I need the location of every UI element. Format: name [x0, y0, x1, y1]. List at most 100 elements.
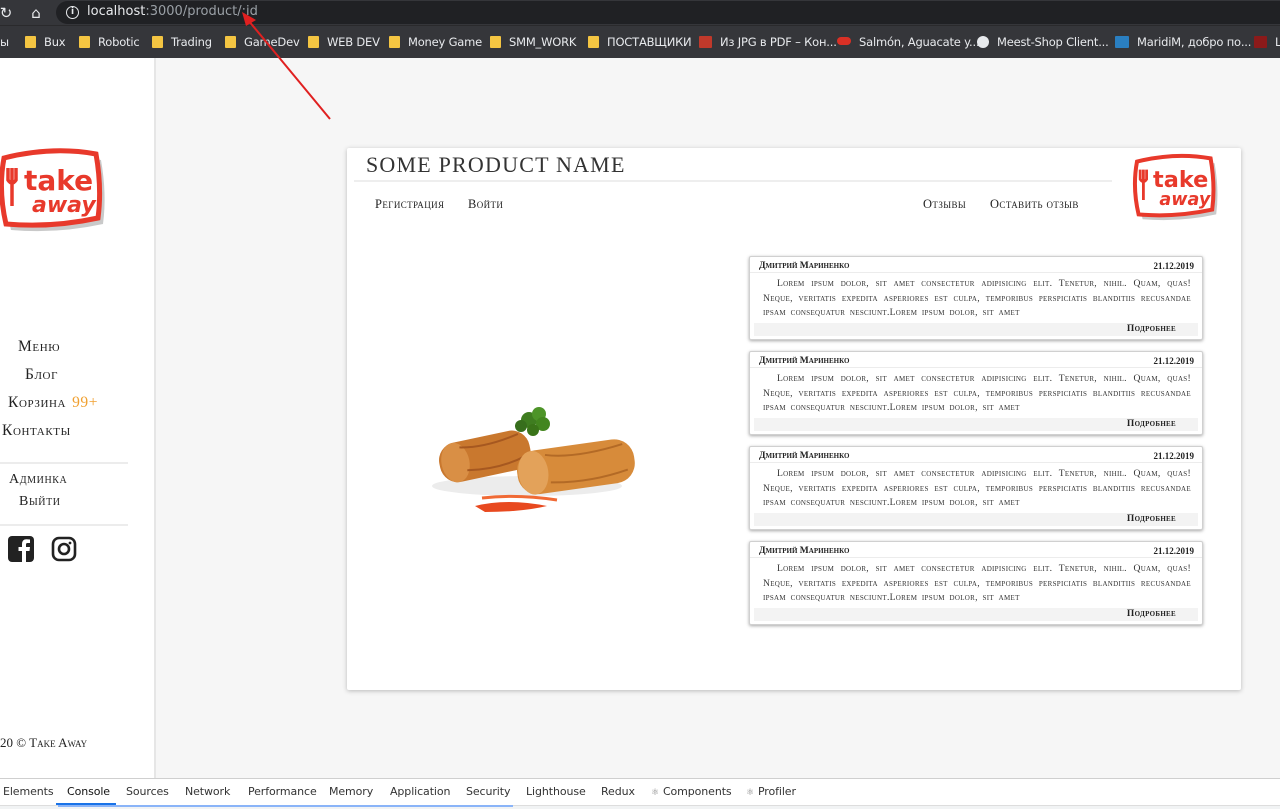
bookmark-folder[interactable]: ПОСТАВЩИКИ: [588, 35, 692, 51]
sidebar-item-admin[interactable]: Админка: [9, 472, 67, 488]
review-card: Дмитрий Мариненко 21.12.2019 Lorem ipsum…: [749, 446, 1203, 530]
react-icon: ⚛: [746, 788, 754, 798]
bookmark-label: ПОСТАВЩИКИ: [607, 35, 692, 49]
review-date: 21.12.2019: [1153, 261, 1195, 271]
bookmark-label: SMM_WORK: [509, 35, 577, 49]
devtools-tab-sources[interactable]: Sources: [126, 785, 169, 798]
take-away-logo[interactable]: take away: [0, 146, 114, 241]
browser-toolbar: ↻ ⌂ i localhost:3000/product/:id: [0, 0, 1280, 25]
bookmark-label: Из JPG в PDF – Кон...: [720, 35, 837, 49]
globe-icon: [977, 36, 989, 48]
instagram-icon[interactable]: [51, 536, 77, 562]
logo-text-bottom: away: [1159, 190, 1211, 210]
bookmark-item[interactable]: ы: [0, 35, 9, 51]
bookmark-item[interactable]: MaridiM, добро по...: [1115, 35, 1251, 51]
folder-icon: [152, 36, 163, 48]
bookmark-item[interactable]: Из JPG в PDF – Кон...: [699, 35, 837, 51]
bookmark-folder[interactable]: Money Game: [389, 35, 482, 51]
devtools-tab-performance[interactable]: Performance: [248, 785, 317, 798]
cart-count-badge: 99+: [72, 394, 99, 411]
take-away-logo[interactable]: take away: [1127, 152, 1227, 228]
register-link[interactable]: Регистрация: [375, 197, 444, 212]
react-icon: ⚛: [651, 788, 659, 798]
url-path: :3000/product/:id: [145, 4, 258, 19]
review-footer: Подробнее: [754, 513, 1198, 526]
bookmark-label: Salmón, Aguacate y...: [859, 35, 980, 49]
review-header: Дмитрий Мариненко 21.12.2019: [750, 257, 1202, 273]
facebook-icon[interactable]: [8, 536, 34, 562]
bookmark-label: L: [1275, 35, 1280, 49]
devtools-tab-lighthouse[interactable]: Lighthouse: [526, 785, 586, 798]
bookmark-label: Trading: [171, 35, 212, 49]
review-text: Lorem ipsum dolor, sit amet consectetur …: [763, 563, 1191, 604]
folder-icon: [490, 36, 501, 48]
copyright: 20 © Take Away: [0, 735, 88, 750]
bookmark-label: Meest-Shop Client...: [997, 35, 1109, 49]
bookmark-label: WEB DEV: [327, 35, 380, 49]
address-bar[interactable]: i localhost:3000/product/:id: [56, 1, 1280, 24]
review-date: 21.12.2019: [1153, 356, 1195, 366]
bookmark-folder[interactable]: Robotic: [79, 35, 140, 51]
product-image: [432, 407, 635, 512]
sidebar-divider: [0, 462, 128, 464]
leave-review-link[interactable]: Оставить отзыв: [990, 197, 1079, 212]
sidebar-item-logout[interactable]: Выйти: [19, 494, 61, 510]
review-date: 21.12.2019: [1153, 546, 1195, 556]
bookmarks-bar: ы Bux Robotic Trading GameDev WEB DEV Mo…: [0, 25, 1280, 58]
review-author: Дмитрий Мариненко: [759, 546, 850, 556]
reload-icon[interactable]: ↻: [0, 2, 17, 24]
link-icon: [837, 37, 851, 45]
bookmark-label: Money Game: [408, 35, 483, 49]
bookmark-item[interactable]: Salmón, Aguacate y...: [837, 35, 980, 51]
url-host: localhost: [87, 4, 146, 19]
bookmark-folder[interactable]: WEB DEV: [308, 35, 380, 51]
folder-icon: [225, 36, 236, 48]
devtools-tab-application[interactable]: Application: [390, 785, 450, 798]
sidebar: take away Меню Блог Корзина 99+ Контакты …: [0, 58, 156, 778]
yt-icon: [1254, 36, 1267, 48]
title-underline: [354, 180, 1112, 182]
review-footer: Подробнее: [754, 418, 1198, 431]
review-author: Дмитрий Мариненко: [759, 356, 850, 366]
review-author: Дмитрий Мариненко: [759, 261, 850, 271]
tab-label: Components: [662, 785, 732, 798]
bookmark-label: Bux: [44, 35, 66, 49]
devtools-tab-memory[interactable]: Memory: [329, 785, 373, 798]
bookmark-folder[interactable]: Bux: [25, 35, 66, 51]
devtools-tab-console[interactable]: Console: [67, 785, 110, 798]
review-date: 21.12.2019: [1153, 451, 1195, 461]
sidebar-item-cart[interactable]: Корзина 99+: [8, 394, 98, 412]
bookmark-label: MaridiM, добро по...: [1137, 35, 1252, 49]
sidebar-divider: [0, 524, 128, 526]
devtools-tab-elements[interactable]: Elements: [3, 785, 54, 798]
devtools-tab-components[interactable]: ⚛ Components: [651, 785, 732, 798]
sidebar-item-blog[interactable]: Блог: [25, 366, 58, 384]
sidebar-item-menu[interactable]: Меню: [18, 338, 60, 356]
bookmark-item[interactable]: Meest-Shop Client...: [977, 35, 1109, 51]
folder-icon: [25, 36, 36, 48]
devtools-tab-redux[interactable]: Redux: [601, 785, 635, 798]
folder-icon: [308, 36, 319, 48]
devtools-tab-network[interactable]: Network: [185, 785, 230, 798]
devtools-tab-profiler[interactable]: ⚛ Profiler: [746, 785, 796, 798]
folder-icon: [79, 36, 90, 48]
tab-label: Profiler: [757, 785, 796, 798]
jpg-pdf-icon: [699, 36, 712, 48]
review-more-button[interactable]: Подробнее: [1127, 609, 1176, 619]
review-more-button[interactable]: Подробнее: [1127, 324, 1176, 334]
review-more-button[interactable]: Подробнее: [1127, 514, 1176, 524]
bookmark-folder[interactable]: GameDev: [225, 35, 300, 51]
info-icon[interactable]: i: [66, 6, 79, 19]
product-card: SOME PRODUCT NAME take away Регистрация …: [347, 148, 1241, 690]
devtools-tab-security[interactable]: Security: [466, 785, 510, 798]
reviews-link[interactable]: Отзывы: [923, 197, 966, 212]
login-link[interactable]: Войти: [468, 197, 503, 212]
bookmark-folder[interactable]: SMM_WORK: [490, 35, 576, 51]
sidebar-item-contacts[interactable]: Контакты: [2, 422, 71, 440]
bookmark-item[interactable]: L: [1254, 35, 1280, 51]
review-card: Дмитрий Мариненко 21.12.2019 Lorem ipsum…: [749, 351, 1203, 435]
bookmark-folder[interactable]: Trading: [152, 35, 212, 51]
review-more-button[interactable]: Подробнее: [1127, 419, 1176, 429]
cart-label: Корзина: [8, 394, 67, 411]
home-icon[interactable]: ⌂: [25, 2, 47, 24]
